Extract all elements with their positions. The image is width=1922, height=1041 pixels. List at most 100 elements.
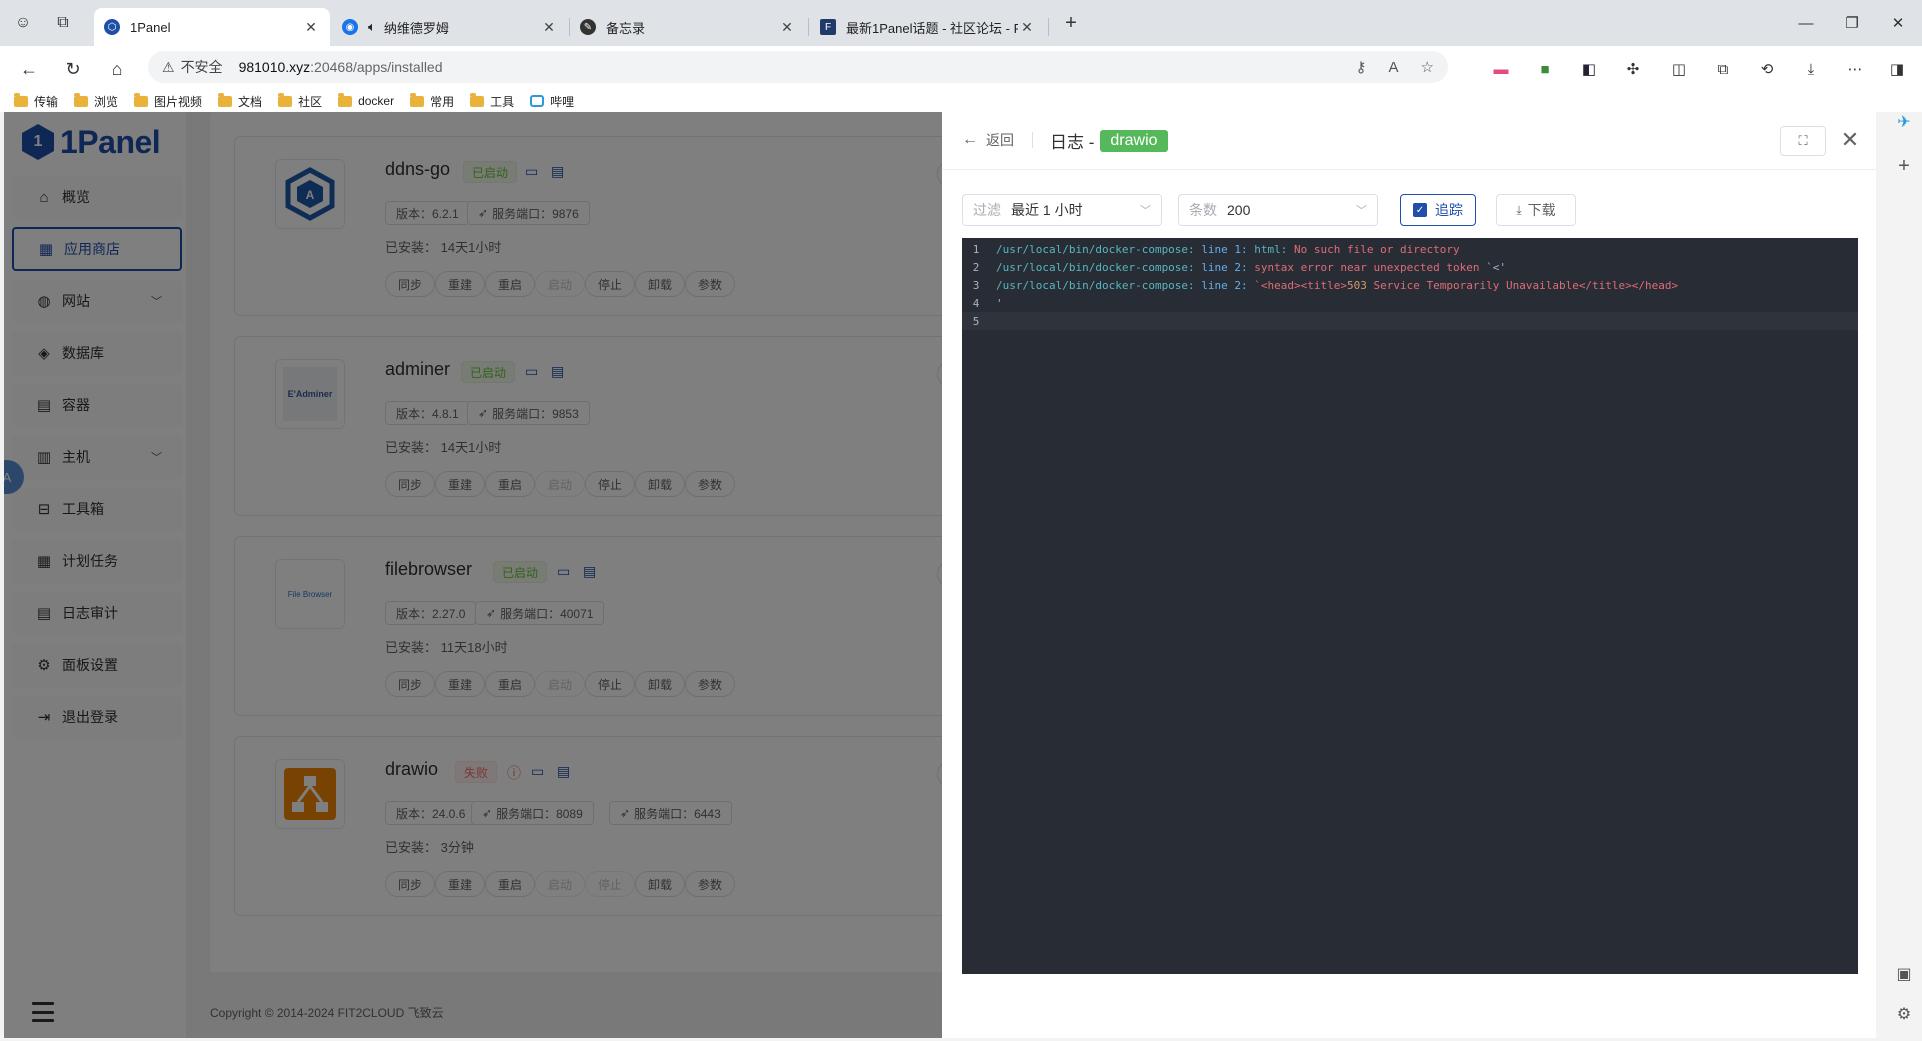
drawer-header: ← 返回 日志 - drawio ⛶ ✕ (942, 112, 1876, 170)
line-number: 4 (972, 296, 980, 310)
back-button[interactable]: ← 返回 (962, 130, 1014, 150)
bookmark-folder[interactable]: 传输 (14, 92, 58, 110)
url-host: 981010.xyz (238, 59, 311, 75)
tab-separator (808, 18, 809, 36)
security-label[interactable]: 不安全 (181, 57, 223, 77)
bookmark-folder[interactable]: 工具 (470, 92, 514, 110)
folder-icon (338, 92, 353, 107)
line-number: 5 (972, 314, 980, 328)
tab-1panel[interactable]: ⬡ 1Panel ✕ (94, 8, 330, 46)
extensions-puzzle-icon[interactable]: ✣ (1622, 58, 1644, 80)
extension-dark-icon[interactable]: ◧ (1578, 58, 1600, 80)
bookmark-folder[interactable]: 常用 (410, 92, 454, 110)
bookmark-link[interactable]: 哔哩 (530, 93, 574, 110)
line-number: 3 (972, 278, 980, 292)
drawer-title: 日志 - drawio (1050, 128, 1168, 153)
app-name-tag: drawio (1100, 129, 1168, 152)
bilibili-icon (530, 95, 545, 107)
minimize-icon[interactable]: — (1786, 10, 1826, 36)
url-path: :20468/apps/installed (310, 59, 443, 75)
restore-icon[interactable]: ❐ (1832, 10, 1872, 36)
line-number: 1 (972, 242, 980, 256)
follow-checkbox[interactable]: ✓ 追踪 (1400, 194, 1476, 226)
log-line: 1 /usr/local/bin/docker-compose: line 1:… (962, 240, 1858, 258)
tab-navidrome[interactable]: ◉ 🔈︎ 纳维德罗姆 ✕ (332, 8, 568, 46)
close-tab-icon[interactable]: ✕ (778, 19, 796, 36)
1panel-favicon-icon: ⬡ (104, 19, 120, 35)
close-drawer-button[interactable]: ✕ (1838, 127, 1862, 152)
memos-favicon-icon: ✎ (580, 19, 596, 35)
read-aloud-icon[interactable]: A (1389, 59, 1399, 76)
folder-icon (410, 92, 425, 107)
line-count-select[interactable]: 条数 200 ﹀ (1178, 194, 1378, 226)
folder-icon (134, 92, 149, 107)
split-screen-icon[interactable]: ◫ (1668, 58, 1690, 80)
close-icon: ✕ (1840, 127, 1860, 152)
extension-pink-icon[interactable]: ▬ (1490, 58, 1512, 80)
new-tab-icon[interactable]: + (1058, 10, 1084, 36)
folder-icon (14, 92, 28, 107)
folder-icon (74, 92, 89, 107)
browser-tab-bar: ☺ ⧉ ⬡ 1Panel ✕ ◉ 🔈︎ 纳维德罗姆 ✕ ✎ 备忘录 ✕ F 最新… (0, 0, 1922, 46)
log-line: 2 /usr/local/bin/docker-compose: line 2:… (962, 258, 1858, 276)
history-icon[interactable]: ⟲ (1756, 58, 1778, 80)
window-close-icon[interactable]: ✕ (1878, 10, 1918, 36)
copilot-icon[interactable]: ✈ (1894, 112, 1914, 132)
time-filter-select[interactable]: 过滤 最近 1 小时 ﹀ (962, 194, 1162, 226)
folder-icon (218, 92, 233, 107)
speaker-icon[interactable]: 🔈︎ (368, 19, 376, 35)
drawer-overlay[interactable] (4, 112, 942, 1038)
sidebar-toggle-icon[interactable]: ◨ (1886, 58, 1908, 80)
fullscreen-button[interactable]: ⛶ (1780, 126, 1826, 156)
back-icon[interactable]: ← (14, 54, 44, 84)
favorite-star-icon[interactable]: ☆ (1421, 58, 1434, 76)
close-tab-icon[interactable]: ✕ (302, 19, 320, 36)
bookmark-folder[interactable]: 社区 (278, 92, 322, 110)
sidebar-settings-icon[interactable]: ⚙ (1894, 1004, 1914, 1024)
address-bar-row: ← ↻ ⌂ ⚠ 不安全 981010.xyz:20468/apps/instal… (0, 46, 1922, 90)
download-button[interactable]: ⤓ 下载 (1496, 194, 1576, 226)
log-line: 3 /usr/local/bin/docker-compose: line 2:… (962, 276, 1858, 294)
fullscreen-icon: ⛶ (1798, 133, 1808, 148)
log-drawer: ← 返回 日志 - drawio ⛶ ✕ 过滤 最近 1 小时 ﹀ 条数 200… (942, 112, 1876, 1038)
folder-icon (278, 92, 293, 107)
profile-avatar-icon[interactable]: ☺ (10, 10, 36, 36)
line-number: 2 (972, 260, 980, 274)
key-icon[interactable]: ⚷ (1356, 58, 1367, 76)
chevron-down-icon: ﹀ (1140, 205, 1151, 217)
bookmark-folder[interactable]: 浏览 (74, 92, 118, 110)
tab-memos[interactable]: ✎ 备忘录 ✕ (570, 8, 806, 46)
forum-favicon-icon: F (820, 19, 836, 35)
downloads-icon[interactable]: ⤓ (1800, 58, 1822, 80)
tab-fit2cloud-forum[interactable]: F 最新1Panel话题 - 社区论坛 - FIT2 ✕ (810, 8, 1046, 46)
close-tab-icon[interactable]: ✕ (540, 19, 558, 36)
add-sidebar-app-icon[interactable]: + (1894, 155, 1914, 177)
url-field[interactable]: ⚠ 不安全 981010.xyz:20468/apps/installed ⚷ … (148, 51, 1448, 83)
navidrome-favicon-icon: ◉ (342, 19, 358, 35)
bookmark-folder[interactable]: 文档 (218, 92, 262, 110)
arrow-left-icon: ← (962, 131, 978, 148)
bookmark-folder[interactable]: 图片视频 (134, 92, 202, 110)
bookmarks-bar: 传输 浏览 图片视频 文档 社区 docker 常用 工具 哔哩 (0, 90, 1922, 112)
collections-icon[interactable]: ⧉ (1712, 58, 1734, 80)
screen-capture-icon[interactable]: ▣ (1894, 964, 1914, 984)
log-viewer[interactable]: 1 /usr/local/bin/docker-compose: line 1:… (962, 238, 1858, 974)
divider (1032, 132, 1033, 148)
checkmark-icon: ✓ (1413, 203, 1427, 217)
extension-download-icon[interactable]: ■ (1534, 58, 1556, 80)
log-line-current: 5 (962, 312, 1858, 330)
tab-separator (1048, 18, 1049, 36)
warning-icon[interactable]: ⚠ (162, 59, 175, 76)
home-icon[interactable]: ⌂ (102, 54, 132, 84)
download-icon: ⤓ (1516, 202, 1522, 217)
browser-right-sidebar: ✈ + ▣ ⚙ (1886, 112, 1922, 1041)
folder-icon (470, 92, 485, 107)
workspaces-icon[interactable]: ⧉ (50, 10, 76, 36)
reload-icon[interactable]: ↻ (58, 54, 88, 84)
more-menu-icon[interactable]: ⋯ (1844, 58, 1866, 80)
bookmark-folder[interactable]: docker (338, 92, 394, 108)
url-actions: ⚷ A ☆ (1356, 51, 1434, 83)
chevron-down-icon: ﹀ (1356, 205, 1367, 217)
close-tab-icon[interactable]: ✕ (1018, 19, 1036, 36)
log-line: 4 ' (962, 294, 1858, 312)
